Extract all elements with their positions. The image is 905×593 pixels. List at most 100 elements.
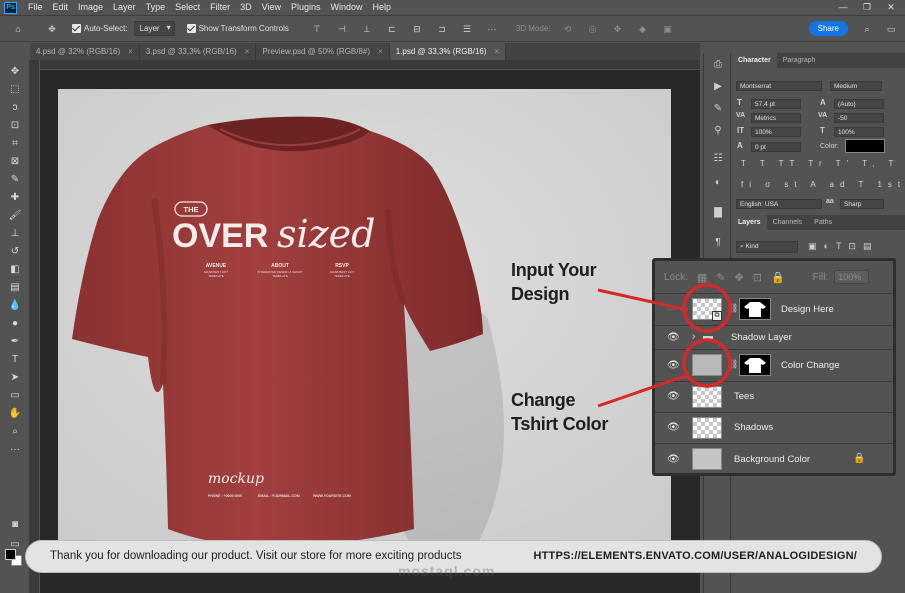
tab-layers[interactable]: Layers xyxy=(732,215,767,230)
lock-transparent-icon[interactable]: ▦ xyxy=(697,271,707,284)
close-tab-icon[interactable]: × xyxy=(245,47,250,56)
lock-all-icon[interactable]: 🔒 xyxy=(771,271,785,284)
close-window-icon[interactable]: ✕ xyxy=(879,0,903,15)
align-middle-icon[interactable]: ⊣ xyxy=(334,23,350,35)
menu-image[interactable]: Image xyxy=(73,0,108,15)
brushes-panel-icon[interactable]: ⚲ xyxy=(710,125,726,139)
horizontal-ruler[interactable] xyxy=(30,60,700,70)
menu-plugins[interactable]: Plugins xyxy=(286,0,326,15)
foreground-color-swatch[interactable] xyxy=(5,549,16,560)
3d-pan-icon[interactable]: ✥ xyxy=(610,23,626,35)
3d-roll-icon[interactable]: ◎ xyxy=(585,23,601,35)
marquee-tool-icon[interactable]: ⬚ xyxy=(7,83,23,97)
tracking-field[interactable]: -50 xyxy=(834,113,884,123)
menu-select[interactable]: Select xyxy=(170,0,205,15)
menu-file[interactable]: File xyxy=(23,0,48,15)
layer-row-tees[interactable]: 👁 Tees xyxy=(655,382,893,413)
history-brush-tool-icon[interactable]: ↺ xyxy=(7,245,23,259)
path-select-tool-icon[interactable]: ➤ xyxy=(7,371,23,385)
opentype-buttons[interactable]: fi σ st A ad T 1st ½ xyxy=(741,180,905,189)
hand-tool-icon[interactable]: ✋ xyxy=(7,407,23,421)
lock-artboard-icon[interactable]: ⊡ xyxy=(753,271,762,284)
zoom-tool-icon[interactable]: ⌕ xyxy=(7,425,23,439)
menu-view[interactable]: View xyxy=(257,0,286,15)
lock-position-icon[interactable]: ✥ xyxy=(735,271,744,284)
fill-input[interactable]: 100% xyxy=(834,270,870,284)
close-tab-icon[interactable]: × xyxy=(378,47,383,56)
lock-pixels-icon[interactable]: ✎ xyxy=(716,271,725,284)
tab-paths[interactable]: Paths xyxy=(808,215,838,230)
faux-style-buttons[interactable]: T T TT Tr T' T, T T xyxy=(741,159,905,168)
align-right-icon[interactable]: ⊐ xyxy=(434,23,450,35)
eye-icon[interactable]: 👁 xyxy=(667,391,680,402)
lasso-tool-icon[interactable]: ↄ xyxy=(7,101,23,115)
layer-row-shadow-layer[interactable]: 👁 › ▬ Shadow Layer xyxy=(655,326,893,350)
brush-settings-icon[interactable]: ✎ xyxy=(710,103,726,117)
eye-icon[interactable]: 👁 xyxy=(667,454,680,465)
share-button[interactable]: Share xyxy=(808,21,848,36)
layer-row-background-color[interactable]: 👁 Background Color 🔒 xyxy=(655,444,893,473)
tab-paragraph[interactable]: Paragraph xyxy=(777,53,822,68)
object-select-tool-icon[interactable]: ⊡ xyxy=(7,119,23,133)
tab-4-psd[interactable]: 4.psd @ 32% (RGB/16) × xyxy=(30,43,140,60)
document-canvas[interactable]: THE OVER sized AVENUE GRAB BEST LIFT TEM… xyxy=(58,89,671,559)
tab-channels[interactable]: Channels xyxy=(767,215,809,230)
3d-slide-icon[interactable]: ◆ xyxy=(635,23,651,35)
blur-tool-icon[interactable]: 💧 xyxy=(7,299,23,313)
eraser-tool-icon[interactable]: ◧ xyxy=(7,263,23,277)
libraries-icon[interactable]: ▇ xyxy=(710,207,726,221)
align-top-icon[interactable]: ⊤ xyxy=(309,23,325,35)
kerning-field[interactable]: Metrics xyxy=(751,113,801,123)
close-tab-icon[interactable]: × xyxy=(128,47,133,56)
distribute-icon[interactable]: ☰ xyxy=(459,23,475,35)
rectangle-tool-icon[interactable]: ▭ xyxy=(7,389,23,403)
tab-preview-psd[interactable]: Preview.psd @ 50% (RGB/8#) × xyxy=(256,43,390,60)
type-tool-icon[interactable]: T xyxy=(7,353,23,367)
menu-3d[interactable]: 3D xyxy=(235,0,257,15)
move-tool-icon[interactable]: ✥ xyxy=(7,65,23,79)
paragraph-styles-icon[interactable]: ¶ xyxy=(710,237,726,251)
auto-select-dropdown[interactable]: Layer xyxy=(133,21,175,36)
layer-kind-filter[interactable]: ⌕ Kind xyxy=(736,241,798,253)
vertical-scale-field[interactable]: 100% xyxy=(751,127,801,137)
horizontal-scale-field[interactable]: 100% xyxy=(834,127,884,137)
leading-field[interactable]: (Auto) xyxy=(834,99,884,109)
properties-icon[interactable]: ◐ xyxy=(710,177,726,191)
restore-icon[interactable]: ❐ xyxy=(855,0,879,15)
menu-layer[interactable]: Layer xyxy=(108,0,141,15)
eyedropper-tool-icon[interactable]: ✎ xyxy=(7,173,23,187)
history-panel-icon[interactable]: ⎙ xyxy=(710,59,726,73)
tab-3-psd[interactable]: 3.psd @ 33,3% (RGB/16) × xyxy=(139,43,257,60)
3d-rotate-icon[interactable]: ⟲ xyxy=(560,23,576,35)
banner-url-link[interactable]: HTTPS://ELEMENTS.ENVATO.COM/USER/ANALOGI… xyxy=(533,550,857,562)
home-icon[interactable]: ⌂ xyxy=(10,23,26,35)
font-style-select[interactable]: Medium xyxy=(830,81,882,91)
vertical-ruler[interactable] xyxy=(30,60,40,593)
brush-tool-icon[interactable]: 🖌 xyxy=(7,209,23,223)
menu-type[interactable]: Type xyxy=(141,0,171,15)
stamp-tool-icon[interactable]: ⊥ xyxy=(7,227,23,241)
pen-tool-icon[interactable]: ✒ xyxy=(7,335,23,349)
quick-mask-icon[interactable]: ◙ xyxy=(7,518,23,532)
workspace-icon[interactable]: ▭ xyxy=(883,23,899,35)
3d-scale-icon[interactable]: ▣ xyxy=(660,23,676,35)
tab-1-psd[interactable]: 1.psd @ 33,3% (RGB/16) × xyxy=(389,43,507,60)
crop-tool-icon[interactable]: ⌗ xyxy=(7,137,23,151)
minimize-icon[interactable]: — xyxy=(831,0,855,15)
close-tab-icon[interactable]: × xyxy=(495,47,500,56)
search-icon[interactable]: ⌕ xyxy=(859,23,875,35)
healing-brush-tool-icon[interactable]: ✚ xyxy=(7,191,23,205)
eye-icon[interactable]: 👁 xyxy=(667,360,680,371)
visibility-off-icon[interactable]: — xyxy=(667,304,677,315)
align-bottom-icon[interactable]: ⊥ xyxy=(359,23,375,35)
dodge-tool-icon[interactable]: ● xyxy=(7,317,23,331)
adjustments-icon[interactable]: ☷ xyxy=(710,153,726,167)
more-tools-icon[interactable]: ··· xyxy=(7,443,23,457)
font-family-select[interactable]: Montserrat xyxy=(736,81,822,91)
align-left-icon[interactable]: ⊏ xyxy=(384,23,400,35)
layer-filter-icons[interactable]: ▣◐T⊡▤ xyxy=(808,241,878,252)
actions-panel-icon[interactable]: ▶ xyxy=(710,81,726,95)
antialias-select[interactable]: Sharp xyxy=(840,199,884,209)
layer-row-shadows[interactable]: 👁 Shadows xyxy=(655,413,893,444)
transform-controls-checkbox[interactable]: Show Transform Controls xyxy=(186,24,289,33)
